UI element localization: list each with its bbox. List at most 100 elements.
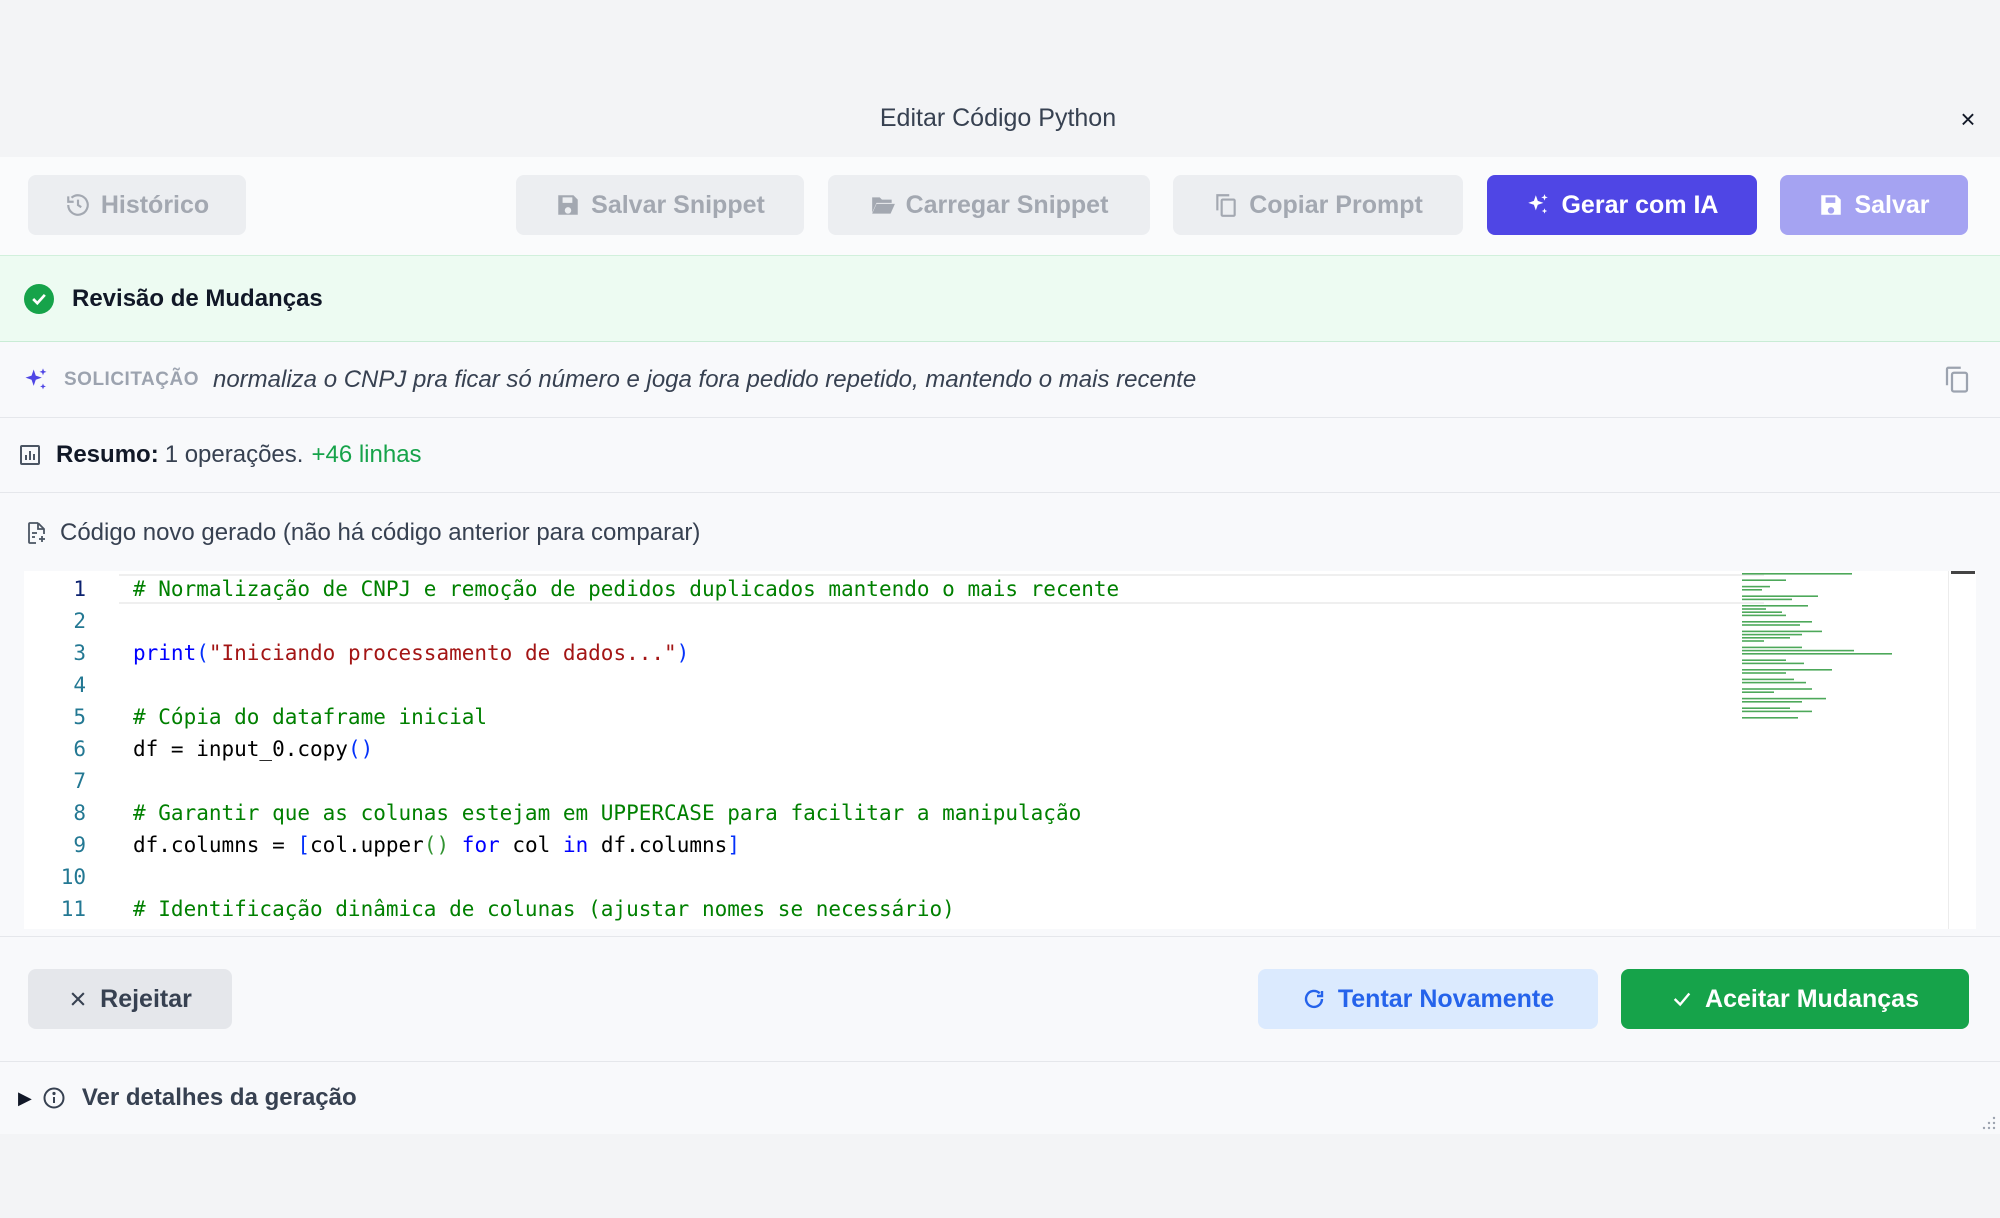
- action-bar: Rejeitar Tentar Novamente Aceitar Mudanç…: [0, 936, 2000, 1061]
- minimap-line: [1742, 608, 1766, 610]
- minimap-line: [1742, 589, 1762, 591]
- save-snippet-label: Salvar Snippet: [591, 190, 765, 219]
- minimap-line: [1742, 585, 1770, 588]
- code-text: col_cnpj = 'CNPJ': [133, 925, 348, 929]
- code-text: df = input_0.copy(): [133, 737, 374, 761]
- reject-button[interactable]: Rejeitar: [28, 969, 232, 1029]
- code-text: # Identificação dinâmica de colunas (aju…: [133, 897, 955, 921]
- history-button[interactable]: Histórico: [28, 175, 246, 235]
- code-line: 4: [24, 669, 1764, 701]
- minimap-line: [1742, 662, 1804, 665]
- minimap-line: [1742, 646, 1802, 649]
- minimap-line: [1742, 707, 1790, 709]
- code-text: # Cópia do dataframe inicial: [133, 705, 488, 729]
- copy-icon: [1216, 194, 1236, 217]
- request-text: normaliza o CNPJ pra ficar só número e j…: [212, 365, 1197, 393]
- editor-scrollbar[interactable]: [1948, 571, 1976, 929]
- minimap-line: [1742, 579, 1786, 581]
- minimap-line: [1742, 595, 1818, 597]
- copy-prompt-label: Copiar Prompt: [1249, 190, 1423, 219]
- minimap-line: [1742, 649, 1854, 652]
- minimap-line: [1742, 621, 1812, 623]
- summary-operations: 1 operações.: [164, 441, 304, 468]
- save-snippet-button[interactable]: Salvar Snippet: [516, 175, 804, 235]
- minimap-line: [1742, 624, 1800, 626]
- code-line: 3 print("Iniciando processamento de dados…: [24, 637, 1764, 669]
- code-line: 6 df = input_0.copy(): [24, 733, 1764, 765]
- toolbar: Histórico Salvar Snippet Carregar Snippe…: [0, 157, 2000, 255]
- scrollbar-thumb[interactable]: [1951, 571, 1975, 574]
- minimap-line: [1742, 614, 1786, 617]
- line-number: 10: [60, 865, 86, 889]
- folder-open-icon: [871, 197, 895, 214]
- floppy-icon: [1821, 195, 1842, 215]
- code-heading-text: Código novo gerado (não há código anteri…: [60, 519, 701, 546]
- code-heading: Código novo gerado (não há código anteri…: [24, 519, 700, 547]
- minimap-line: [1742, 659, 1786, 661]
- minimap-lines: [1742, 573, 1892, 719]
- retry-button[interactable]: Tentar Novamente: [1258, 969, 1598, 1029]
- minimap-line: [1742, 605, 1808, 607]
- minimap-line: [1742, 688, 1812, 690]
- check-circle-icon: [24, 283, 54, 314]
- sparkles-icon: [25, 367, 47, 389]
- minimap-line: [1742, 701, 1802, 703]
- minimap-line: [1742, 637, 1790, 639]
- dialog-header: Editar Código Python ×: [0, 0, 2000, 157]
- dialog-title: Editar Código Python: [879, 104, 1117, 132]
- code-editor[interactable]: 1 # Normalização de CNPJ e remoção de ped…: [24, 571, 1976, 929]
- accept-button[interactable]: Aceitar Mudanças: [1621, 969, 1969, 1029]
- summary-lines-added: +46 linhas: [311, 441, 422, 468]
- save-button[interactable]: Salvar: [1780, 175, 1968, 235]
- generation-details-toggle[interactable]: ▶ Ver detalhes da geração: [0, 1061, 2000, 1134]
- line-number: 1: [73, 577, 86, 601]
- line-number: 3: [73, 641, 86, 665]
- sparkles-icon: [1528, 194, 1549, 214]
- close-icon[interactable]: ×: [1953, 104, 1983, 134]
- copy-icon[interactable]: [1942, 364, 1972, 394]
- minimap-line: [1742, 630, 1822, 633]
- code-line: 2: [24, 605, 1764, 637]
- retry-label: Tentar Novamente: [1337, 984, 1555, 1013]
- line-number: 8: [73, 801, 86, 825]
- minimap-line: [1742, 669, 1832, 671]
- generate-ai-label: Gerar com IA: [1561, 190, 1719, 219]
- request-label: SOLICITAÇÃO: [64, 368, 199, 390]
- history-icon: [66, 194, 89, 216]
- minimap-line: [1742, 633, 1802, 636]
- request-row: SOLICITAÇÃO normaliza o CNPJ pra ficar s…: [0, 342, 2000, 418]
- check-icon: [1673, 992, 1691, 1007]
- file-plus-icon: [28, 522, 45, 544]
- minimap-line: [1742, 640, 1764, 642]
- line-number: 9: [73, 833, 86, 857]
- minimap-line: [1742, 681, 1806, 684]
- code-minimap[interactable]: [1742, 571, 1976, 929]
- code-text: df.columns = [col.upper() for col in df.…: [133, 833, 740, 857]
- minimap-line: [1742, 573, 1852, 575]
- minimap-line: [1742, 691, 1774, 693]
- bar-chart-icon: [20, 445, 40, 465]
- code-line: 8 # Garantir que as colunas estejam em UP…: [24, 797, 1764, 829]
- code-section: Código novo gerado (não há código anteri…: [0, 493, 2000, 936]
- minimap-line: [1742, 710, 1812, 713]
- minimap-line: [1742, 697, 1826, 700]
- copy-prompt-button[interactable]: Copiar Prompt: [1173, 175, 1463, 235]
- review-header: Revisão de Mudanças: [0, 255, 2000, 342]
- line-number: 12: [24, 925, 86, 929]
- code-line: 5 # Cópia do dataframe inicial: [24, 701, 1764, 733]
- history-label: Histórico: [100, 190, 210, 219]
- minimap-line: [1742, 672, 1786, 674]
- x-icon: [71, 992, 85, 1006]
- code-line: 12 col_cnpj = 'CNPJ': [24, 925, 1764, 929]
- resize-handle-icon[interactable]: [1982, 1116, 1996, 1130]
- code-line: 10: [24, 861, 1764, 893]
- details-label: Ver detalhes da geração: [81, 1084, 357, 1111]
- code-line: 9 df.columns = [col.upper() for col in df…: [24, 829, 1764, 861]
- generate-ai-button[interactable]: Gerar com IA: [1487, 175, 1757, 235]
- line-number: 2: [73, 609, 86, 633]
- load-snippet-button[interactable]: Carregar Snippet: [828, 175, 1150, 235]
- code-line: 1 # Normalização de CNPJ e remoção de ped…: [24, 573, 1764, 605]
- line-number: 11: [60, 897, 86, 921]
- minimap-line: [1742, 717, 1798, 719]
- refresh-icon: [1304, 989, 1324, 1009]
